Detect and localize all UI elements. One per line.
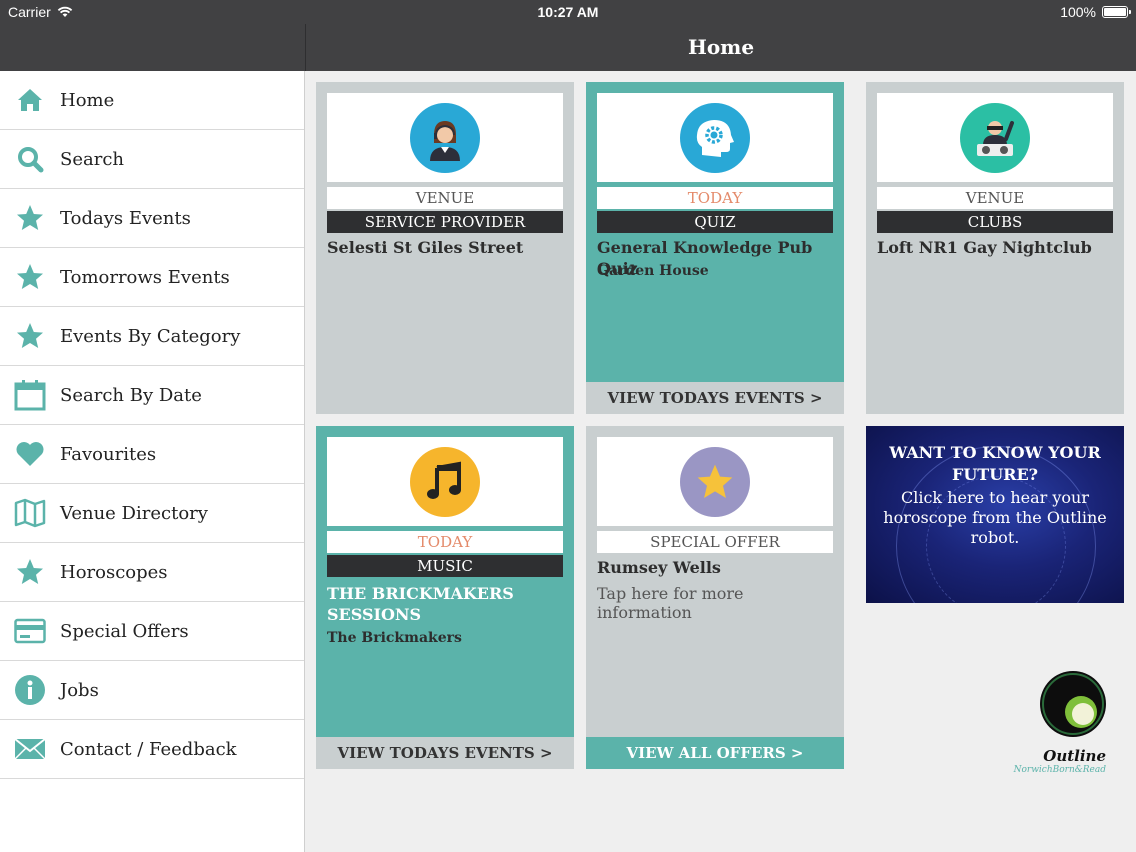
heart-icon — [14, 438, 46, 470]
sidebar: Home Search Todays Events Tomorrows Even… — [0, 71, 305, 852]
sidebar-item-events-by-category[interactable]: Events By Category — [0, 307, 304, 366]
sidebar-item-tomorrows-events[interactable]: Tomorrows Events — [0, 248, 304, 307]
sidebar-item-label: Favourites — [60, 443, 157, 465]
logo-name: Outline — [1043, 747, 1106, 765]
tile-tag: TODAY — [597, 187, 833, 209]
sidebar-item-label: Tomorrows Events — [60, 266, 230, 288]
tile-category: SERVICE PROVIDER — [327, 211, 563, 233]
star-icon — [14, 202, 46, 234]
music-note-icon — [410, 446, 480, 517]
tile-image — [327, 437, 563, 526]
sidebar-item-label: Jobs — [60, 679, 99, 701]
outline-logo: Outline NorwichBorn&Read — [1002, 670, 1112, 780]
clock: 10:27 AM — [537, 4, 599, 20]
sidebar-item-contact-feedback[interactable]: Contact / Feedback — [0, 720, 304, 779]
sidebar-item-home[interactable]: Home — [0, 71, 304, 130]
logo-tagline: NorwichBorn&Read — [1013, 765, 1106, 775]
horoscope-banner[interactable]: WANT TO KNOW YOUR FUTURE? Click here to … — [866, 426, 1124, 603]
tile-venue: The Brickmakers — [327, 630, 462, 646]
view-todays-events-button[interactable]: VIEW TODAYS EVENTS > — [586, 382, 844, 414]
star-icon — [14, 556, 46, 588]
star-badge-icon — [680, 446, 750, 517]
offer-tile-rumsey-wells[interactable]: SPECIAL OFFER Rumsey Wells Tap here for … — [586, 426, 844, 769]
sidebar-item-label: Horoscopes — [60, 561, 168, 583]
home-icon — [14, 84, 46, 116]
sidebar-item-horoscopes[interactable]: Horoscopes — [0, 543, 304, 602]
envelope-icon — [14, 733, 46, 765]
venue-tile-loft[interactable]: VENUE CLUBS Loft NR1 Gay Nightclub — [866, 82, 1124, 414]
tile-tag: VENUE — [877, 187, 1113, 209]
tile-venue: Garden House — [597, 263, 709, 279]
tile-title: Rumsey Wells — [597, 558, 721, 577]
tile-image — [597, 93, 833, 182]
sidebar-header — [0, 24, 305, 71]
sidebar-item-todays-events[interactable]: Todays Events — [0, 189, 304, 248]
tile-image — [877, 93, 1113, 182]
sidebar-item-search[interactable]: Search — [0, 130, 304, 189]
view-all-offers-button[interactable]: VIEW ALL OFFERS > — [586, 737, 844, 769]
sidebar-item-label: Home — [60, 89, 115, 111]
sidebar-item-label: Search — [60, 148, 124, 170]
sidebar-item-favourites[interactable]: Favourites — [0, 425, 304, 484]
event-tile-quiz[interactable]: TODAY QUIZ General Knowledge Pub Quiz Ga… — [586, 82, 844, 414]
tile-image — [327, 93, 563, 182]
brain-gear-icon — [680, 102, 750, 173]
tile-title: Selesti St Giles Street — [327, 238, 524, 257]
view-todays-events-button[interactable]: VIEW TODAYS EVENTS > — [316, 737, 574, 769]
outline-logo-mark — [1040, 671, 1106, 737]
sidebar-item-search-by-date[interactable]: Search By Date — [0, 366, 304, 425]
sidebar-item-jobs[interactable]: Jobs — [0, 661, 304, 720]
status-bar: Carrier 10:27 AM 100% — [0, 0, 1136, 24]
tile-image — [597, 437, 833, 526]
battery-icon — [1102, 6, 1131, 18]
tile-description: Tap here for more information — [597, 584, 744, 622]
star-icon — [14, 320, 46, 352]
star-icon — [14, 261, 46, 293]
navigation-bar: Home — [305, 24, 1136, 71]
battery-percent: 100% — [1060, 4, 1096, 20]
tile-tag: TODAY — [327, 531, 563, 553]
sidebar-item-label: Venue Directory — [60, 502, 208, 524]
tile-category: MUSIC — [327, 555, 563, 577]
tile-tag: VENUE — [327, 187, 563, 209]
event-tile-music[interactable]: TODAY MUSIC THE BRICKMAKERS SESSIONS The… — [316, 426, 574, 769]
info-icon — [14, 674, 46, 706]
sidebar-item-label: Todays Events — [60, 207, 191, 229]
credit-card-icon — [14, 615, 46, 647]
tile-title: Loft NR1 Gay Nightclub — [877, 238, 1092, 257]
horoscope-headline: WANT TO KNOW YOUR FUTURE? — [889, 443, 1101, 484]
sidebar-item-venue-directory[interactable]: Venue Directory — [0, 484, 304, 543]
service-person-icon — [410, 102, 480, 173]
sidebar-item-special-offers[interactable]: Special Offers — [0, 602, 304, 661]
tile-category: QUIZ — [597, 211, 833, 233]
map-icon — [14, 497, 46, 529]
venue-tile-selesti[interactable]: VENUE SERVICE PROVIDER Selesti St Giles … — [316, 82, 574, 414]
sidebar-item-label: Search By Date — [60, 384, 202, 406]
search-icon — [14, 143, 46, 175]
calendar-icon — [14, 379, 46, 411]
page-title: Home — [687, 35, 755, 59]
sidebar-item-label: Special Offers — [60, 620, 189, 642]
sidebar-item-label: Contact / Feedback — [60, 738, 237, 760]
tile-category: CLUBS — [877, 211, 1113, 233]
tile-title: THE BRICKMAKERS SESSIONS — [327, 584, 514, 624]
dj-icon — [960, 102, 1030, 173]
tile-tag: SPECIAL OFFER — [597, 531, 833, 553]
horoscope-text: Click here to hear your horoscope from t… — [883, 488, 1107, 547]
sidebar-item-label: Events By Category — [60, 325, 241, 347]
